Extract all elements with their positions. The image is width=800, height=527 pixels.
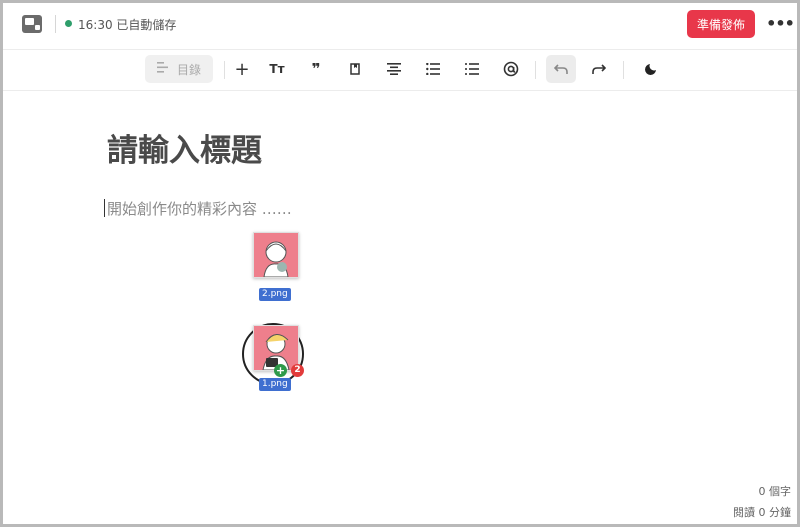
autosave-status-dot [65,20,72,27]
layout-icon[interactable] [21,14,43,34]
copy-plus-icon: + [274,364,287,377]
formatting-toolbar: 目錄 + Tт ❞ [3,49,797,91]
numbered-list-icon[interactable] [462,55,482,83]
file-name-label: 1.png [259,378,291,391]
toc-icon [156,62,169,76]
text-size-icon[interactable]: Tт [267,55,287,83]
toc-button[interactable]: 目錄 [145,55,213,83]
divider [55,15,56,33]
toolbar-divider [535,61,536,79]
autosave-status: 16:30 已自動儲存 [78,16,176,33]
plus-icon[interactable]: + [232,55,252,83]
text-cursor [104,199,105,217]
attach-icon[interactable] [345,55,365,83]
title-input[interactable]: 請輸入標題 [107,125,262,170]
bullet-list-icon[interactable] [423,55,443,83]
read-time: 閱讀 0 分鐘 [733,506,791,519]
file-name-label: 2.png [259,288,291,301]
drag-count-badge: 2 [291,364,304,377]
more-options-icon[interactable]: ••• [766,13,795,33]
status-time: 16:30 [78,18,113,32]
dragged-image-thumbnail [253,232,299,278]
toolbar-divider [623,61,624,79]
word-count: 0 個字 [758,485,792,498]
undo-icon[interactable] [546,55,576,83]
top-bar: 16:30 已自動儲存 準備發佈 ••• [3,3,797,45]
toolbar-divider [224,61,225,79]
align-center-icon[interactable] [384,55,404,83]
toc-label: 目錄 [176,62,201,77]
dark-mode-icon[interactable] [640,55,660,83]
publish-button[interactable]: 準備發佈 [687,10,755,38]
quote-icon[interactable]: ❞ [306,55,326,83]
redo-icon[interactable] [589,55,609,83]
status-text: 已自動儲存 [116,18,177,32]
body-editor[interactable]: 開始創作你的精彩內容 …… [107,198,292,219]
mention-icon[interactable] [501,55,521,83]
editor-window: 16:30 已自動儲存 準備發佈 ••• 目錄 + Tт ❞ 請輸入標題 開始創… [0,0,800,527]
